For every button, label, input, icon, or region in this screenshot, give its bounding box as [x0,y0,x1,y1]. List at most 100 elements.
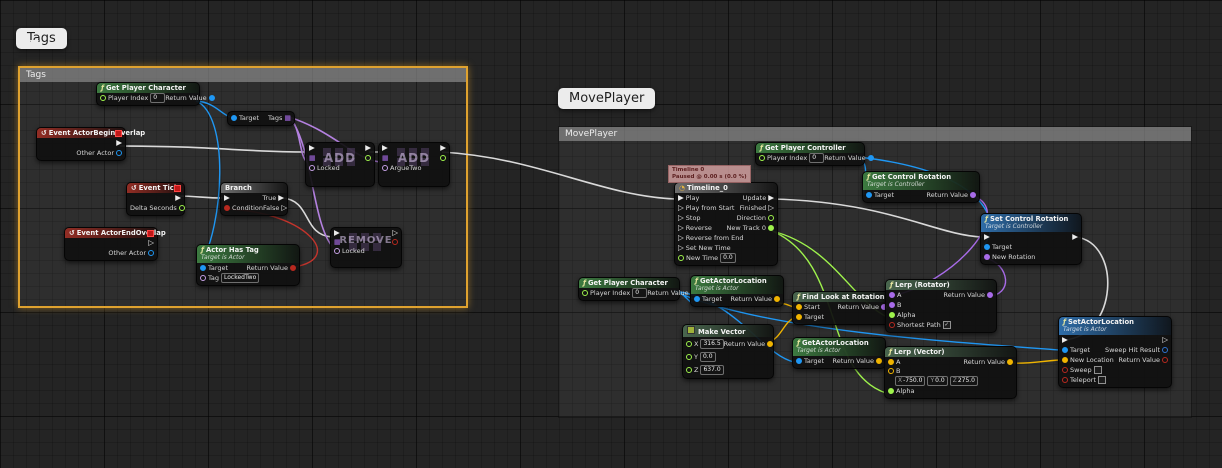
return-value-pin[interactable] [987,292,993,298]
sweep-pin[interactable] [1062,367,1068,373]
item-pin[interactable] [334,248,340,254]
b-pin[interactable] [888,368,894,374]
b-z-value[interactable]: Z275.0 [950,376,978,386]
comment-bubble-moveplayer[interactable]: MovePlayer [558,88,655,109]
b-pin[interactable] [889,302,895,308]
player-index-value[interactable]: 0 [150,93,165,103]
index-out-pin[interactable] [440,155,446,161]
exec-in-pin[interactable]: ▶ [309,144,315,152]
item-pin[interactable] [309,165,315,171]
node-get-actor-location-2[interactable]: ƒGetActorLocationTarget is Actor Target … [792,337,886,369]
tag-value[interactable]: LockedTwo [221,273,259,283]
node-set-control-rotation[interactable]: ƒSet Control RotationTarget is Controlle… [980,213,1082,265]
exec-out-pin[interactable]: ▷ [148,239,154,247]
sweep-hit-result-pin[interactable] [1162,347,1168,353]
target-pin[interactable] [866,192,872,198]
a-pin[interactable] [888,359,894,365]
x-value[interactable]: 316.5 [700,339,723,349]
b-x-value[interactable]: X-750.0 [895,376,925,386]
return-value-pin[interactable] [209,95,215,101]
array-pin[interactable]: ▦ [309,154,316,162]
return-pin[interactable] [392,239,398,245]
new-time-pin[interactable] [678,255,684,261]
sweep-checkbox[interactable] [1094,366,1102,374]
tags-array-pin[interactable]: ▦ [284,114,291,122]
node-make-vector[interactable]: Make Vector X316.5 Return Value Y0.0 Z63… [682,324,774,379]
target-pin[interactable] [231,115,237,121]
teleport-pin[interactable] [1062,377,1068,383]
node-get-player-controller[interactable]: ƒGet Player Controller Player Index0 Ret… [755,142,865,166]
return-value-pin[interactable] [1162,357,1168,363]
node-timeline[interactable]: ◔Timeline_0 ▶Play Update▶ ▷Play from Sta… [674,182,778,266]
return-value-pin[interactable] [868,155,874,161]
return-value-pin[interactable] [876,358,882,364]
item-value[interactable]: ArgueTwo [390,164,421,172]
node-find-look-at-rotation[interactable]: ƒFind Look at Rotation Start Return Valu… [792,291,891,325]
array-pin[interactable]: ▦ [334,238,341,246]
finished-exec-pin[interactable]: ▷ [768,204,774,212]
node-actor-has-tag[interactable]: ƒActor Has TagTarget is Actor Target Ret… [196,244,300,286]
return-value-pin[interactable] [774,296,780,302]
index-out-pin[interactable] [365,155,371,161]
new-track-pin[interactable] [768,225,774,231]
alpha-pin[interactable] [888,388,894,394]
item-pin[interactable] [382,165,388,171]
target-pin[interactable] [796,314,802,320]
update-exec-pin[interactable]: ▶ [768,194,774,202]
condition-pin[interactable] [224,205,230,211]
true-exec-pin[interactable]: ▶ [278,194,284,202]
return-value-pin[interactable] [290,265,296,271]
b-y-value[interactable]: Y0.0 [927,376,947,386]
exec-in-pin[interactable]: ▶ [382,144,388,152]
node-get-control-rotation[interactable]: ƒGet Control RotationTarget is Controlle… [862,171,980,203]
y-value[interactable]: 0.0 [700,352,716,362]
exec-in-pin[interactable]: ▶ [224,194,230,202]
exec-out-pin[interactable]: ▶ [116,139,122,147]
target-pin[interactable] [984,244,990,250]
false-exec-pin[interactable]: ▷ [281,204,287,212]
node-branch[interactable]: Branch ▶ True▶ Condition False▷ [220,182,288,216]
target-pin[interactable] [796,358,802,364]
exec-in-pin[interactable]: ▶ [334,229,340,237]
node-lerp-rotator[interactable]: ƒLerp (Rotator) A Return Value B Alpha S… [885,279,997,333]
alpha-pin[interactable] [889,312,895,318]
node-get-player-character-2[interactable]: ƒGet Player Character Player Index0 Retu… [578,277,680,301]
direction-pin[interactable] [768,215,774,221]
wire-exec-beginoverlap-add[interactable] [120,146,306,152]
node-array-remove[interactable]: REMOVE ▶▷ ▦ Locked [330,227,402,268]
play-from-start-exec-pin[interactable]: ▷ [678,204,684,212]
start-pin[interactable] [796,304,802,310]
reverse-from-end-exec-pin[interactable]: ▷ [678,234,684,242]
node-event-actor-end-overlap[interactable]: ↺Event ActorEndOverlap ▷ Other Actor [64,227,158,261]
target-pin[interactable] [1062,347,1068,353]
set-new-time-exec-pin[interactable]: ▷ [678,244,684,252]
node-event-actor-begin-overlap[interactable]: ↺Event ActorBeginOverlap ▶ Other Actor [36,127,126,161]
player-index-value[interactable]: 0 [632,288,647,298]
shortest-path-checkbox[interactable]: ✓ [943,321,951,329]
node-get-player-character-1[interactable]: ƒGet Player Character Player Index0 Retu… [96,82,200,106]
delta-seconds-pin[interactable] [179,205,185,211]
play-exec-pin[interactable]: ▶ [678,194,684,202]
node-set-actor-location[interactable]: ƒSetActorLocationTarget is Actor ▶▷ Targ… [1058,316,1172,388]
wire-vec-lerp-setloc[interactable] [1011,360,1060,363]
node-get-actor-location-1[interactable]: ƒGetActorLocationTarget is Actor Target … [690,275,784,307]
array-pin[interactable]: ▦ [382,154,389,162]
return-value-pin[interactable] [1007,359,1013,365]
shortest-path-pin[interactable] [889,322,895,328]
blueprint-canvas[interactable]: Tags MovePlayer ƒGet Player Cha [0,0,1222,468]
stop-exec-pin[interactable]: ▷ [678,214,684,222]
player-index-pin[interactable] [100,95,106,101]
new-location-pin[interactable] [1062,357,1068,363]
reverse-exec-pin[interactable]: ▷ [678,224,684,232]
y-pin[interactable] [686,354,692,360]
other-actor-pin[interactable] [116,150,122,156]
item-value[interactable]: Locked [342,247,365,255]
node-target-tags-variable[interactable]: Target Tags▦ [227,111,295,126]
wire-exec-update-setrotation[interactable] [772,199,982,237]
wire-exec-add-timeline[interactable] [442,152,676,199]
wire-obj-gpc-hastag[interactable] [196,101,220,266]
z-pin[interactable] [686,367,692,373]
x-pin[interactable] [686,341,692,347]
exec-out-pin[interactable]: ▷ [1162,336,1168,344]
node-lerp-vector[interactable]: ƒLerp (Vector) A Return Value B X-750.0 … [884,346,1017,399]
